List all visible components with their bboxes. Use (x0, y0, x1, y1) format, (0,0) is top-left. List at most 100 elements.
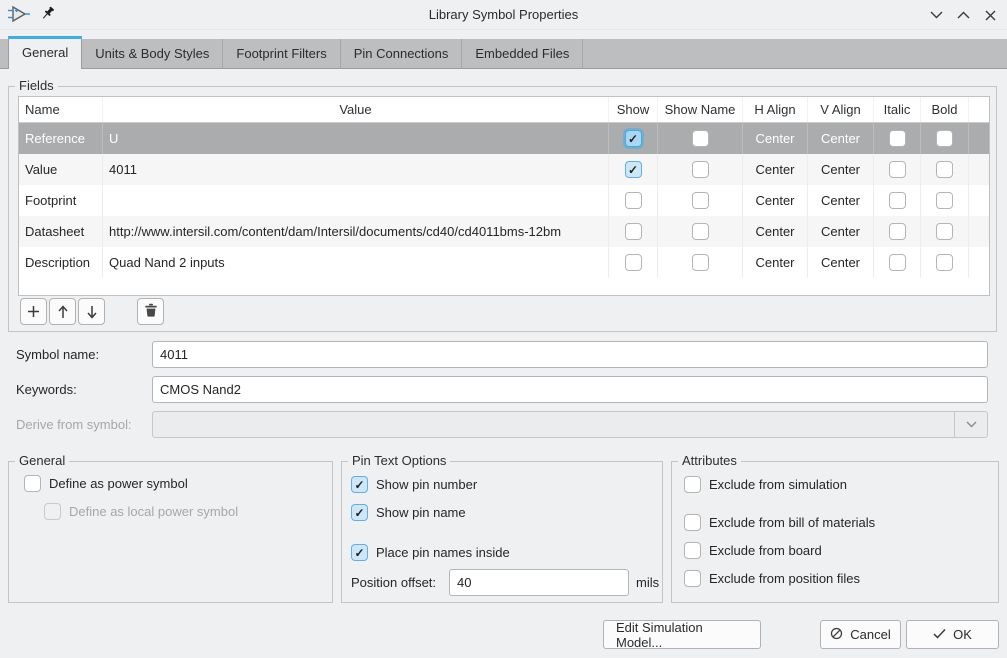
tab-bar: General Units & Body Styles Footprint Fi… (0, 36, 1007, 69)
bold-checkbox[interactable] (936, 161, 953, 178)
italic-checkbox[interactable] (889, 130, 906, 147)
column-header-bold: Bold (921, 97, 969, 122)
edit-simulation-model-button[interactable]: Edit Simulation Model... (603, 620, 761, 649)
italic-checkbox[interactable] (889, 161, 906, 178)
general-group: General Define as power symbol Define as… (8, 461, 333, 603)
cancel-button[interactable]: Cancel (820, 620, 901, 649)
table-row-value[interactable]: Value 4011 Center Center (19, 154, 989, 185)
italic-checkbox[interactable] (889, 254, 906, 271)
cell-value[interactable]: http://www.intersil.com/content/dam/Inte… (103, 216, 609, 247)
cell-v-align[interactable]: Center (808, 123, 874, 154)
show-pin-name-option[interactable]: Show pin name (351, 504, 466, 521)
titlebar[interactable]: Library Symbol Properties (0, 0, 1007, 30)
tab-embedded-files[interactable]: Embedded Files (462, 39, 583, 69)
cell-v-align[interactable]: Center (808, 185, 874, 216)
define-power-symbol-checkbox[interactable] (24, 475, 41, 492)
show-name-checkbox[interactable] (692, 161, 709, 178)
show-name-checkbox[interactable] (692, 223, 709, 240)
cell-name[interactable]: Reference (19, 123, 103, 154)
show-name-checkbox[interactable] (692, 254, 709, 271)
cell-value[interactable]: Quad Nand 2 inputs (103, 247, 609, 278)
maximize-icon[interactable] (956, 8, 970, 22)
tab-footprint-filters[interactable]: Footprint Filters (223, 39, 340, 69)
close-icon[interactable] (983, 8, 997, 22)
cell-h-align[interactable]: Center (743, 247, 808, 278)
derive-from-symbol-combobox[interactable] (152, 411, 988, 438)
position-offset-unit: mils (636, 569, 659, 596)
exclude-from-simulation-option[interactable]: Exclude from simulation (684, 476, 847, 493)
bold-checkbox[interactable] (936, 192, 953, 209)
position-offset-input[interactable] (449, 569, 629, 596)
general-group-legend: General (15, 453, 69, 468)
bold-checkbox[interactable] (936, 130, 953, 147)
italic-checkbox[interactable] (889, 223, 906, 240)
minimize-icon[interactable] (929, 8, 943, 22)
show-name-checkbox[interactable] (692, 130, 709, 147)
pin-text-options-legend: Pin Text Options (348, 453, 450, 468)
bold-checkbox[interactable] (936, 254, 953, 271)
table-row-description[interactable]: Description Quad Nand 2 inputs Center Ce… (19, 247, 989, 278)
exclude-from-position-files-option[interactable]: Exclude from position files (684, 570, 860, 587)
show-checkbox[interactable] (625, 161, 642, 178)
symbol-name-label: Symbol name: (16, 341, 99, 368)
show-pin-number-option[interactable]: Show pin number (351, 476, 477, 493)
table-row-reference[interactable]: Reference U Center Center (19, 123, 989, 154)
cell-h-align[interactable]: Center (743, 154, 808, 185)
pin-text-options-group: Pin Text Options Show pin number Show pi… (341, 461, 663, 603)
show-pin-number-label: Show pin number (376, 476, 477, 493)
cell-v-align[interactable]: Center (808, 247, 874, 278)
exclude-from-position-files-label: Exclude from position files (709, 570, 860, 587)
cell-v-align[interactable]: Center (808, 216, 874, 247)
cell-value[interactable]: 4011 (103, 154, 609, 185)
show-checkbox[interactable] (625, 130, 642, 147)
tab-general[interactable]: General (8, 36, 82, 69)
move-down-button[interactable] (78, 298, 105, 325)
symbol-name-input[interactable] (152, 341, 988, 368)
table-row-datasheet[interactable]: Datasheet http://www.intersil.com/conten… (19, 216, 989, 247)
ok-button[interactable]: OK (906, 620, 999, 649)
italic-checkbox[interactable] (889, 192, 906, 209)
show-checkbox[interactable] (625, 192, 642, 209)
exclude-from-bom-checkbox[interactable] (684, 514, 701, 531)
exclude-from-bom-option[interactable]: Exclude from bill of materials (684, 514, 875, 531)
show-pin-name-checkbox[interactable] (351, 504, 368, 521)
show-checkbox[interactable] (625, 254, 642, 271)
delete-field-button[interactable] (137, 298, 164, 325)
cell-name[interactable]: Value (19, 154, 103, 185)
exclude-from-board-option[interactable]: Exclude from board (684, 542, 822, 559)
tab-units-body-styles[interactable]: Units & Body Styles (82, 39, 223, 69)
define-power-symbol-option[interactable]: Define as power symbol (24, 475, 188, 492)
place-pin-names-inside-checkbox[interactable] (351, 544, 368, 561)
tab-pin-connections[interactable]: Pin Connections (341, 39, 463, 69)
ok-label: OK (953, 627, 972, 642)
cell-name[interactable]: Datasheet (19, 216, 103, 247)
show-pin-name-label: Show pin name (376, 504, 466, 521)
show-checkbox[interactable] (625, 223, 642, 240)
cancel-label: Cancel (850, 627, 890, 642)
show-name-checkbox[interactable] (692, 192, 709, 209)
derive-from-symbol-label: Derive from symbol: (16, 411, 132, 438)
exclude-from-position-files-checkbox[interactable] (684, 570, 701, 587)
exclude-from-simulation-checkbox[interactable] (684, 476, 701, 493)
cell-value[interactable]: U (103, 123, 609, 154)
window-title: Library Symbol Properties (0, 0, 1007, 30)
cell-h-align[interactable]: Center (743, 123, 808, 154)
column-header-value: Value (103, 97, 609, 122)
move-up-button[interactable] (49, 298, 76, 325)
bold-checkbox[interactable] (936, 223, 953, 240)
add-field-button[interactable] (20, 298, 47, 325)
cell-name[interactable]: Description (19, 247, 103, 278)
chevron-down-icon (954, 412, 987, 437)
cell-h-align[interactable]: Center (743, 185, 808, 216)
check-icon (933, 627, 946, 642)
show-pin-number-checkbox[interactable] (351, 476, 368, 493)
keywords-input[interactable] (152, 376, 988, 403)
cell-value[interactable] (103, 185, 609, 216)
table-row-footprint[interactable]: Footprint Center Center (19, 185, 989, 216)
cell-name[interactable]: Footprint (19, 185, 103, 216)
cell-h-align[interactable]: Center (743, 216, 808, 247)
place-pin-names-inside-option[interactable]: Place pin names inside (351, 544, 510, 561)
trash-icon (144, 303, 158, 320)
exclude-from-board-checkbox[interactable] (684, 542, 701, 559)
cell-v-align[interactable]: Center (808, 154, 874, 185)
